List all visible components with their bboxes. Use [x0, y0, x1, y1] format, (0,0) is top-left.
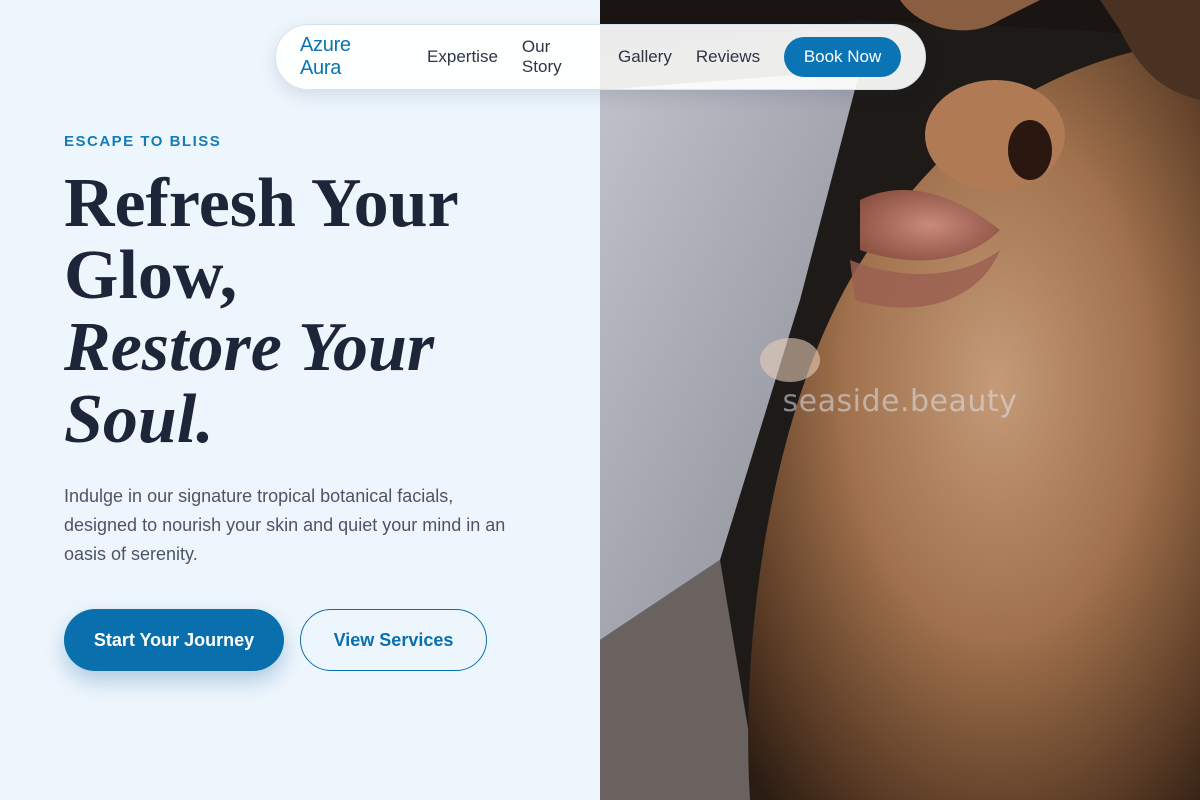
hero-eyebrow: ESCAPE TO BLISS [64, 133, 222, 150]
hero-headline: Refresh Your Glow, Restore Your Soul. [64, 168, 584, 456]
nav-link-expertise[interactable]: Expertise [427, 47, 498, 67]
headline-italic-line-2: Soul. [64, 381, 214, 458]
start-journey-button[interactable]: Start Your Journey [64, 609, 284, 671]
hero-left-panel: ESCAPE TO BLISS Refresh Your Glow, Resto… [0, 0, 600, 800]
nav-link-gallery[interactable]: Gallery [618, 47, 672, 67]
hero-description: Indulge in our signature tropical botani… [64, 486, 506, 564]
nav-link-reviews[interactable]: Reviews [696, 47, 760, 67]
top-navigation: Azure Aura Expertise Our Story Gallery R… [275, 24, 926, 90]
nav-link-our-story[interactable]: Our Story [522, 37, 594, 77]
headline-line-2: Glow, [64, 237, 238, 314]
image-watermark: seaside.beauty [782, 384, 1018, 419]
book-now-button[interactable]: Book Now [784, 37, 901, 77]
headline-italic-line-1: Restore Your [64, 309, 435, 386]
view-services-button[interactable]: View Services [300, 609, 487, 671]
brand-logo[interactable]: Azure Aura [300, 34, 395, 80]
headline-line-1: Refresh Your [64, 165, 459, 242]
hero-photo: seaside.beauty [600, 0, 1200, 800]
